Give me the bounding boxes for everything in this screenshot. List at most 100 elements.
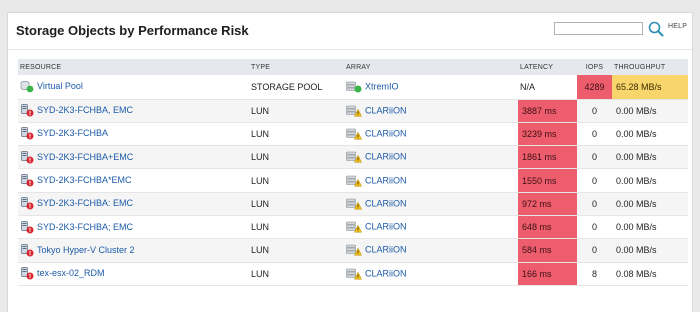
lun-critical-icon	[20, 174, 34, 187]
type-cell: LUN	[249, 262, 344, 286]
type-cell: LUN	[249, 145, 344, 170]
resource-cell: SYD-2K3-FCHBA+EMC	[18, 145, 249, 170]
latency-cell: 1550 ms	[518, 168, 577, 193]
array-link[interactable]: CLARiiON	[365, 152, 407, 162]
array-warning-icon	[346, 175, 362, 187]
column-header-resource[interactable]: RESOURCE	[18, 59, 249, 75]
resource-cell: SYD-2K3-FCHBA, EMC	[18, 99, 249, 123]
column-header-type[interactable]: TYPE	[249, 59, 344, 75]
resource-link[interactable]: SYD-2K3-FCHBA*EMC	[37, 175, 132, 185]
iops-cell: 0	[577, 192, 612, 216]
array-cell: XtremIO	[344, 75, 518, 100]
array-link[interactable]: CLARiiON	[365, 268, 407, 278]
lun-critical-icon	[20, 244, 34, 257]
resource-cell: Tokyo Hyper-V Cluster 2	[18, 238, 249, 263]
latency-cell: N/A	[518, 75, 577, 100]
column-header-latency[interactable]: LATENCY	[518, 59, 577, 75]
array-link[interactable]: XtremIO	[365, 81, 399, 91]
column-header-array[interactable]: ARRAY	[344, 59, 518, 75]
table-row[interactable]: SYD-2K3-FCHBA+EMC LUN CLARiiON 1861 ms 0 0.00…	[18, 145, 688, 170]
throughput-cell: 0.00 MB/s	[612, 215, 688, 240]
table-row[interactable]: SYD-2K3-FCHBA LUN CLARiiON 3239 ms 0 0.00 MB/…	[18, 122, 688, 147]
array-cell: CLARiiON	[344, 215, 518, 240]
table-row[interactable]: SYD-2K3-FCHBA, EMC LUN CLARiiON 3887 ms 0 0.0…	[18, 99, 688, 123]
throughput-cell: 0.00 MB/s	[612, 145, 688, 170]
storage-objects-panel: Storage Objects by Performance Risk HELP…	[7, 12, 693, 312]
resource-link[interactable]: SYD-2K3-FCHBA; EMC	[37, 222, 133, 232]
table-row[interactable]: SYD-2K3-FCHBA*EMC LUN CLARiiON 1550 ms 0 0.00…	[18, 168, 688, 193]
array-up-icon	[346, 81, 362, 93]
title-divider	[8, 49, 692, 50]
throughput-cell: 0.00 MB/s	[612, 238, 688, 263]
throughput-cell: 0.00 MB/s	[612, 122, 688, 147]
iops-cell: 0	[577, 238, 612, 263]
latency-cell: 584 ms	[518, 238, 577, 263]
array-link[interactable]: CLARiiON	[365, 105, 407, 115]
array-cell: CLARiiON	[344, 168, 518, 193]
type-cell: LUN	[249, 238, 344, 263]
array-cell: CLARiiON	[344, 99, 518, 123]
performance-risk-table: RESOURCE TYPE ARRAY LATENCY IOPS THROUGH…	[18, 59, 688, 286]
array-link[interactable]: CLARiiON	[365, 128, 407, 138]
lun-critical-icon	[20, 267, 34, 280]
throughput-cell: 65.28 MB/s	[612, 75, 688, 100]
column-header-iops[interactable]: IOPS	[577, 59, 612, 75]
latency-cell: 3239 ms	[518, 122, 577, 147]
search-input[interactable]	[554, 22, 643, 35]
type-cell: LUN	[249, 122, 344, 147]
type-cell: LUN	[249, 192, 344, 216]
lun-critical-icon	[20, 150, 34, 164]
iops-cell: 0	[577, 215, 612, 240]
resource-cell: tex-esx-02_RDM	[18, 262, 249, 286]
resource-cell: SYD-2K3-FCHBA	[18, 122, 249, 147]
array-cell: CLARiiON	[344, 145, 518, 170]
type-cell: LUN	[249, 99, 344, 123]
table-body: Virtual Pool STORAGE POOL XtremIO N/A 4289 65…	[18, 75, 688, 286]
array-warning-icon	[346, 151, 362, 163]
iops-cell: 0	[577, 168, 612, 193]
iops-cell: 0	[577, 122, 612, 147]
search-icon[interactable]	[648, 21, 664, 37]
latency-cell: 3887 ms	[518, 99, 577, 123]
pool-up-icon	[20, 80, 34, 93]
resource-link[interactable]: SYD-2K3-FCHBA+EMC	[37, 152, 133, 162]
array-link[interactable]: CLARiiON	[365, 175, 407, 185]
array-link[interactable]: CLARiiON	[365, 245, 407, 255]
lun-critical-icon	[20, 197, 34, 210]
column-header-throughput[interactable]: THROUGHPUT	[612, 59, 688, 75]
table-row[interactable]: tex-esx-02_RDM LUN CLARiiON 166 ms 8 0.08 MB/…	[18, 262, 688, 286]
throughput-cell: 0.08 MB/s	[612, 262, 688, 286]
array-cell: CLARiiON	[344, 262, 518, 286]
lun-critical-icon	[20, 220, 34, 234]
resource-cell: SYD-2K3-FCHBA*EMC	[18, 168, 249, 193]
iops-cell: 0	[577, 145, 612, 170]
array-cell: CLARiiON	[344, 192, 518, 216]
resource-link[interactable]: tex-esx-02_RDM	[37, 268, 105, 278]
array-warning-icon	[346, 105, 362, 117]
array-link[interactable]: CLARiiON	[365, 198, 407, 208]
table-row[interactable]: Tokyo Hyper-V Cluster 2 LUN CLARiiON 584 ms…	[18, 238, 688, 263]
resource-link[interactable]: SYD-2K3-FCHBA, EMC	[37, 105, 133, 115]
table-row[interactable]: SYD-2K3-FCHBA; EMC LUN CLARiiON 648 ms 0 0.00…	[18, 215, 688, 240]
resource-link[interactable]: Tokyo Hyper-V Cluster 2	[37, 245, 135, 255]
array-cell: CLARiiON	[344, 122, 518, 147]
iops-cell: 0	[577, 99, 612, 123]
latency-cell: 648 ms	[518, 215, 577, 240]
throughput-cell: 0.00 MB/s	[612, 168, 688, 193]
table-row[interactable]: Virtual Pool STORAGE POOL XtremIO N/A 4289 65…	[18, 75, 688, 100]
array-link[interactable]: CLARiiON	[365, 222, 407, 232]
type-cell: STORAGE POOL	[249, 75, 344, 100]
type-cell: LUN	[249, 215, 344, 240]
resource-link[interactable]: SYD-2K3-FCHBA: EMC	[37, 198, 133, 208]
lun-critical-icon	[20, 127, 34, 140]
resource-link[interactable]: SYD-2K3-FCHBA	[37, 128, 108, 138]
table-row[interactable]: SYD-2K3-FCHBA: EMC LUN CLARiiON 972 ms 0 0.00…	[18, 192, 688, 216]
help-link[interactable]: HELP	[668, 23, 687, 30]
iops-cell: 8	[577, 262, 612, 286]
throughput-cell: 0.00 MB/s	[612, 192, 688, 216]
lun-critical-icon	[20, 104, 34, 117]
resource-link[interactable]: Virtual Pool	[37, 81, 83, 91]
latency-cell: 166 ms	[518, 262, 577, 286]
type-cell: LUN	[249, 168, 344, 193]
array-warning-icon	[346, 221, 362, 233]
